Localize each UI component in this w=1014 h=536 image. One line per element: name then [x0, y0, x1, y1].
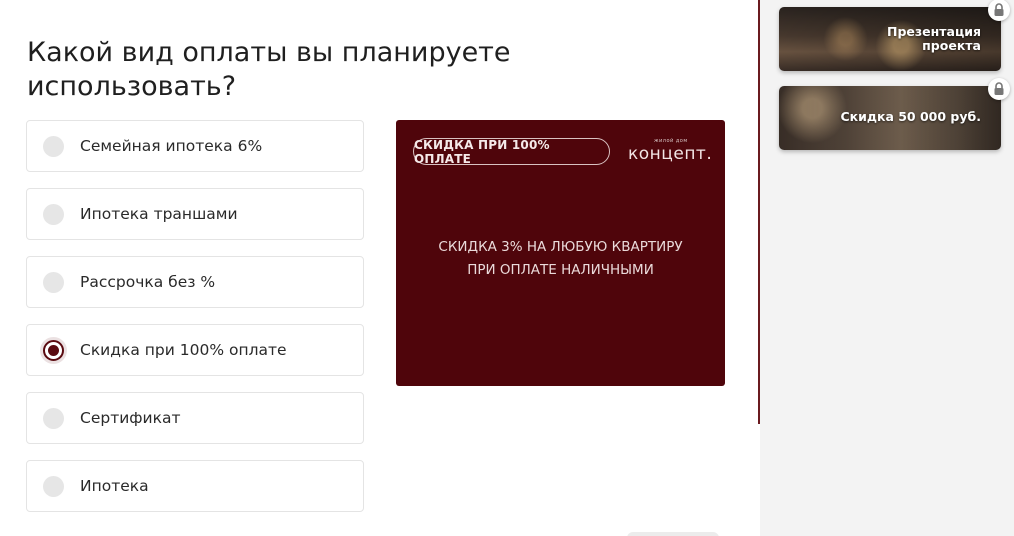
- option-label: Ипотека траншами: [80, 205, 238, 223]
- logo-wordmark: концепт.: [628, 144, 713, 164]
- radio-icon[interactable]: [43, 408, 64, 429]
- promo-line-2: ПРИ ОПЛАТЕ НАЛИЧНЫМИ: [467, 262, 654, 278]
- option-label: Рассрочка без %: [80, 273, 216, 291]
- radio-checked-icon[interactable]: [43, 340, 64, 361]
- bonus-card-presentation[interactable]: Презентация проекта: [779, 7, 1001, 71]
- card-label-line-1: Презентация: [887, 24, 981, 39]
- radio-icon[interactable]: [43, 476, 64, 497]
- card-label-line-2: проекта: [922, 38, 981, 53]
- lock-icon: [988, 0, 1010, 21]
- scroll-hint: [627, 532, 719, 536]
- promo-text: СКИДКА 3% НА ЛЮБУЮ КВАРТИРУ ПРИ ОПЛАТЕ Н…: [396, 236, 725, 282]
- promo-banner: СКИДКА ПРИ 100% ОПЛАТЕ жилой дом концепт…: [396, 120, 725, 386]
- card-label: Презентация проекта: [887, 25, 981, 53]
- promo-badge: СКИДКА ПРИ 100% ОПЛАТЕ: [413, 138, 610, 166]
- radio-icon[interactable]: [43, 272, 64, 293]
- question-title: Какой вид оплаты вы планируете использов…: [27, 37, 511, 102]
- option-mortgage[interactable]: Ипотека: [26, 460, 364, 512]
- option-label: Семейная ипотека 6%: [80, 137, 263, 155]
- option-full-payment-discount[interactable]: Скидка при 100% оплате: [26, 324, 364, 376]
- payment-options: Семейная ипотека 6% Ипотека траншами Рас…: [26, 120, 364, 528]
- bonus-card-discount[interactable]: Скидка 50 000 руб.: [779, 86, 1001, 150]
- promo-line-1: СКИДКА 3% НА ЛЮБУЮ КВАРТИРУ: [438, 239, 683, 255]
- option-certificate[interactable]: Сертификат: [26, 392, 364, 444]
- card-label: Скидка 50 000 руб.: [840, 110, 981, 124]
- option-family-mortgage[interactable]: Семейная ипотека 6%: [26, 120, 364, 172]
- option-label: Ипотека: [80, 477, 149, 495]
- bonus-sidebar: Презентация проекта Скидка 50 000 руб.: [760, 0, 1014, 536]
- card-label-line-1: Скидка 50 000 руб.: [840, 109, 981, 124]
- option-label: Скидка при 100% оплате: [80, 341, 287, 359]
- radio-icon[interactable]: [43, 136, 64, 157]
- option-installment[interactable]: Рассрочка без %: [26, 256, 364, 308]
- brand-logo: жилой дом концепт.: [628, 138, 714, 164]
- option-label: Сертификат: [80, 409, 181, 427]
- quiz-panel: Какой вид оплаты вы планируете использов…: [0, 0, 760, 536]
- radio-icon[interactable]: [43, 204, 64, 225]
- option-tranche-mortgage[interactable]: Ипотека траншами: [26, 188, 364, 240]
- lock-icon: [988, 78, 1010, 100]
